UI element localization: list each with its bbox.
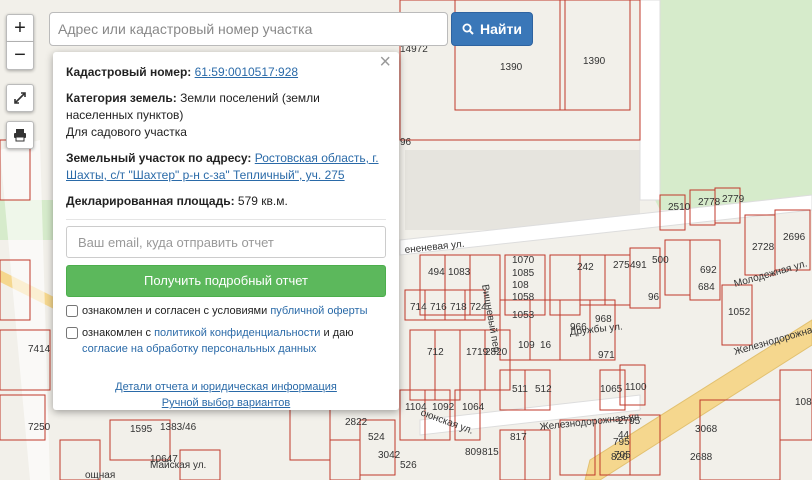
offer-consent-checkbox[interactable]	[66, 305, 78, 317]
printer-icon	[14, 129, 26, 142]
privacy-consent-row: ознакомлен с политикой конфиденциальност…	[66, 325, 386, 357]
parcel-number-label: 511	[512, 384, 528, 395]
public-offer-link[interactable]: публичной оферты	[270, 305, 367, 317]
print-button[interactable]	[6, 121, 34, 149]
fullscreen-button[interactable]	[6, 84, 34, 112]
close-icon[interactable]: ×	[379, 52, 391, 72]
parcel-number-label: 7250	[28, 422, 51, 433]
parcel-number-label: 815	[482, 447, 499, 458]
category-use: Для садового участка	[66, 125, 187, 139]
privacy-policy-link[interactable]: политикой конфиденциальности	[154, 327, 320, 339]
parcel-number-label: 692	[700, 265, 717, 276]
area-row: Декларированная площадь: 579 кв.м.	[66, 193, 386, 210]
parcel-number-label: 275	[613, 260, 630, 271]
parcel-number-label: 526	[400, 460, 417, 471]
parcel-number-label: 7414	[28, 344, 51, 355]
report-details-link[interactable]: Детали отчета и юридическая информация	[66, 379, 386, 395]
parcel-number-label: 817	[510, 432, 527, 443]
parcel-number-label: 1085	[512, 268, 535, 279]
parcel-number-label: 2696	[783, 232, 806, 243]
parcel-number-label: 109	[518, 340, 535, 351]
parcel-number-label: 1086	[795, 397, 812, 408]
street-label: Майская ул.	[150, 460, 206, 471]
parcel-number-label: 684	[698, 282, 715, 293]
parcel-number-label: 108	[512, 280, 529, 291]
parcel-number-label: 44	[618, 430, 630, 441]
parcel-number-label: 1052	[728, 307, 751, 318]
parcel-number-label: 2778	[698, 197, 721, 208]
privacy-consent-text: ознакомлен с	[82, 327, 155, 339]
parcel-number-label: 3042	[378, 450, 401, 461]
get-report-button[interactable]: Получить подробный отчет	[66, 265, 386, 297]
offer-consent-label: ознакомлен и согласен с условиями публич…	[82, 303, 368, 319]
parcel-number-label: 2779	[722, 194, 745, 205]
parcel-number-label: 1595	[130, 424, 153, 435]
offer-consent-text: ознакомлен и согласен с условиями	[82, 305, 271, 317]
cadastral-label: Кадастровый номер:	[66, 65, 192, 79]
parcel-number-label: 512	[535, 384, 552, 395]
email-field[interactable]	[66, 226, 386, 258]
manual-selection-link[interactable]: Ручной выбор вариантов	[66, 395, 386, 411]
search-button[interactable]: Найти	[451, 12, 533, 46]
parcel-number-label: 96	[648, 292, 660, 303]
parcel-number-label: 714	[410, 302, 427, 313]
personal-data-link[interactable]: согласие на обработку персональных данны…	[82, 343, 316, 355]
divider	[66, 219, 386, 220]
parcel-number-label: 491	[630, 260, 647, 271]
address-label: Земельный участок по адресу:	[66, 151, 252, 165]
parcel-number-label: 2728	[752, 242, 775, 253]
parcel-number-label: 494	[428, 267, 445, 278]
parcel-number-label: 1100	[625, 382, 647, 393]
parcel-number-label: 705	[614, 450, 631, 461]
parcel-number-label: 242	[577, 262, 594, 273]
parcel-number-label: 96	[400, 137, 412, 148]
search-icon	[462, 23, 474, 35]
parcel-number-label: 1390	[583, 56, 606, 67]
search-button-label: Найти	[480, 21, 522, 37]
parcel-info-popup: × Кадастровый номер: 61:59:0010517:928 К…	[53, 52, 399, 410]
parcel-number-label: 809	[465, 447, 482, 458]
address-row: Земельный участок по адресу: Ростовская …	[66, 150, 386, 184]
parcel-number-label: 1053	[512, 310, 535, 321]
street-label: ощная	[85, 470, 115, 480]
parcel-number-label: 3068	[695, 424, 718, 435]
privacy-consent-checkbox[interactable]	[66, 327, 78, 339]
parcel-number-label: 2688	[690, 452, 713, 463]
cadastral-number-link[interactable]: 61:59:0010517:928	[195, 65, 298, 79]
parcel-number-label: 716	[430, 302, 447, 313]
parcel-number-label: 2510	[668, 202, 691, 213]
parcel-number-label: 2822	[345, 417, 368, 428]
parcel-number-label: 1083	[448, 267, 471, 278]
parcel-number-label: 1065	[600, 384, 623, 395]
parcel-number-label: 1070	[512, 255, 535, 266]
parcel-number-label: 16	[540, 340, 552, 351]
parcel-number-label: 971	[598, 350, 615, 361]
zoom-out-button[interactable]: −	[6, 42, 34, 70]
parcel-number-label: 1383/46	[160, 422, 197, 433]
expand-icon	[14, 92, 26, 104]
parcel-number-label: 718	[450, 302, 467, 313]
zoom-in-button[interactable]: +	[6, 14, 34, 42]
cadastral-row: Кадастровый номер: 61:59:0010517:928	[66, 64, 386, 81]
offer-consent-row: ознакомлен и согласен с условиями публич…	[66, 303, 386, 319]
privacy-consent-mid: и даю	[320, 327, 354, 339]
category-row: Категория земель: Земли поселений (земли…	[66, 90, 386, 141]
category-label: Категория земель:	[66, 91, 177, 105]
search-input[interactable]	[49, 12, 448, 46]
parcel-number-label: 712	[427, 347, 444, 358]
parcel-number-label: 524	[368, 432, 385, 443]
parcel-number-label: 500	[652, 255, 669, 266]
area-label: Декларированная площадь:	[66, 194, 235, 208]
parcel-number-label: 1390	[500, 62, 523, 73]
privacy-consent-label: ознакомлен с политикой конфиденциальност…	[82, 325, 386, 357]
popup-footer-links: Детали отчета и юридическая информация Р…	[66, 379, 386, 411]
area-value: 579 кв.м.	[237, 194, 288, 208]
parcel-number-label: 1058	[512, 292, 535, 303]
parcel-number-label: 1064	[462, 402, 485, 413]
